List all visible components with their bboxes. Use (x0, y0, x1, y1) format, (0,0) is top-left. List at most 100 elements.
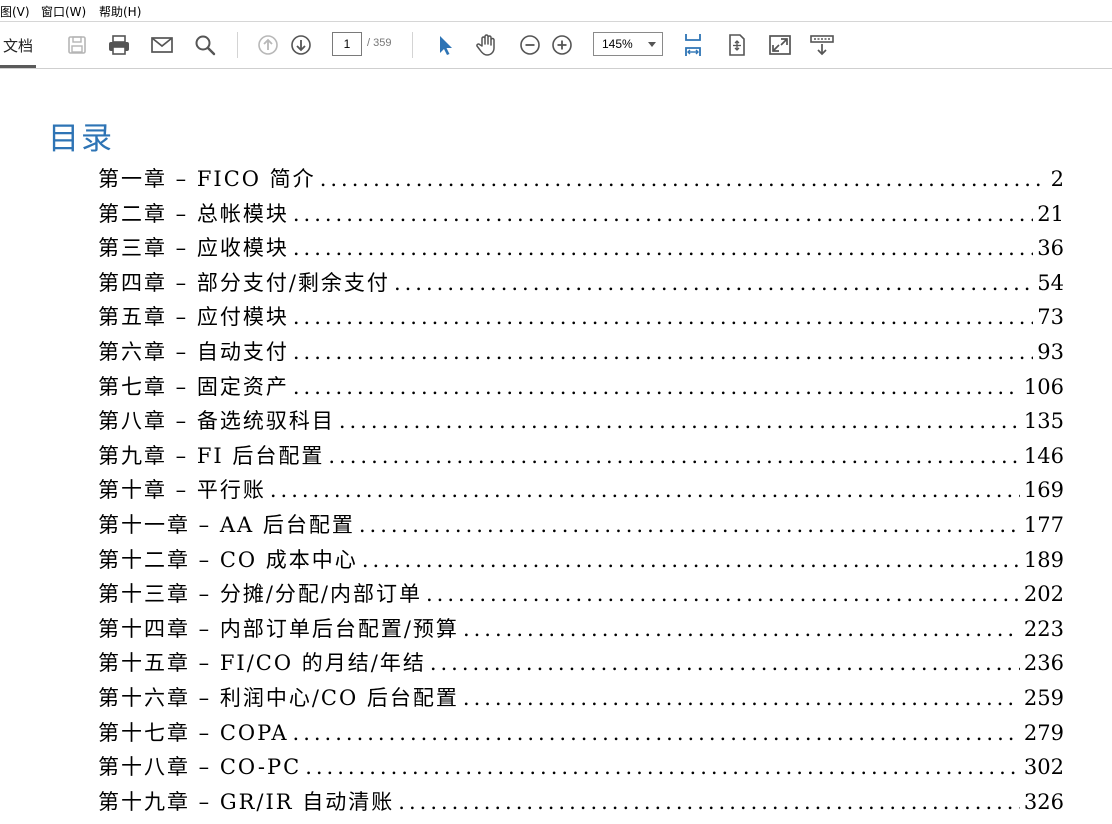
print-icon[interactable] (106, 32, 132, 58)
toc-entry-title: 第十二章 – CO 成本中心 (98, 547, 358, 572)
toc-dot-leader: ........................................… (338, 409, 1020, 434)
toc-entry-page: 106 (1023, 374, 1064, 399)
toc-entry-title: 第三章 – 应收模块 (98, 236, 289, 261)
toc-entry-title: 第十六章 – 利润中心/CO 后台配置 (98, 686, 459, 710)
toc-entry-title: 第十章 – 平行账 (98, 478, 266, 503)
toc-dot-leader: ........................................… (292, 340, 1034, 364)
toc-entry-page: 189 (1023, 547, 1064, 572)
zoom-select[interactable]: 145% (593, 32, 663, 56)
toc-entry-page: 279 (1023, 720, 1064, 745)
toc-dot-leader: ........................................… (426, 582, 1020, 607)
fit-width-icon[interactable] (680, 32, 706, 58)
toc-entry-title: 第四章 – 部分支付/剩余支付 (98, 270, 390, 295)
toc-entry-title: 第二章 – 总帐模块 (98, 201, 289, 226)
toc-heading: 目录 (48, 121, 114, 157)
toc-entry[interactable]: 第三章 – 应收模块..............................… (98, 232, 1064, 262)
toc-dot-leader: ........................................… (462, 686, 1020, 710)
toc-dot-leader: ........................................… (328, 443, 1020, 468)
chevron-down-icon (648, 42, 656, 47)
fit-page-icon[interactable] (724, 32, 750, 58)
toc-entry-page: 202 (1023, 582, 1064, 607)
toc-entry-title: 第五章 – 应付模块 (98, 305, 289, 330)
toc-entry[interactable]: 第十七章 – COPA.............................… (98, 717, 1064, 747)
toc-dot-leader: ........................................… (292, 374, 1020, 399)
toc-entry-title: 第六章 – 自动支付 (98, 340, 289, 364)
toc-entry-title: 第八章 – 备选统驭科目 (98, 409, 335, 434)
toc-entry-title: 第十七章 – COPA (98, 720, 289, 745)
toc-dot-leader: ........................................… (292, 201, 1034, 226)
toc-dot-leader: ........................................… (398, 789, 1020, 814)
toc-entry-page: 169 (1023, 478, 1064, 503)
toc-entry[interactable]: 第六章 – 自动支付..............................… (98, 336, 1064, 366)
toc-entry-title: 第九章 – FI 后台配置 (98, 443, 325, 468)
toc-entry[interactable]: 第九章 – FI 后台配置...........................… (98, 440, 1064, 470)
email-icon[interactable] (149, 32, 175, 58)
page-number-input[interactable]: 1 (332, 32, 362, 56)
toc-entry[interactable]: 第四章 – 部分支付/剩余支付.........................… (98, 267, 1064, 297)
toc-entry-page: 326 (1023, 789, 1064, 814)
toc-entry-title: 第七章 – 固定资产 (98, 374, 289, 399)
zoom-value: 145% (602, 37, 633, 51)
save-icon[interactable] (64, 32, 90, 58)
menu-help[interactable]: 帮助(H) (99, 3, 141, 20)
toc-dot-leader: ........................................… (429, 651, 1020, 676)
toc-entry[interactable]: 第十九章 – GR/IR 自动清账.......................… (98, 786, 1064, 816)
toc-entry-page: 223 (1023, 616, 1064, 641)
toc-entry[interactable]: 第二章 – 总帐模块..............................… (98, 198, 1064, 228)
toc-entry[interactable]: 第十三章 – 分摊/分配/内部订单.......................… (98, 578, 1064, 608)
zoom-out-icon[interactable] (517, 32, 543, 58)
toc-entry[interactable]: 第十六章 – 利润中心/CO 后台配置.....................… (98, 682, 1064, 712)
zoom-in-icon[interactable] (549, 32, 575, 58)
toc-dot-leader: ........................................… (305, 755, 1020, 780)
toc-entry-title: 第十四章 – 内部订单后台配置/预算 (98, 616, 459, 641)
toc-entry-page: 93 (1037, 340, 1064, 364)
read-mode-icon[interactable] (809, 32, 835, 58)
tab-active-indicator (0, 65, 36, 68)
toc-entry-title: 第十五章 – FI/CO 的月结/年结 (98, 651, 426, 676)
toc-entry-title: 第十三章 – 分摊/分配/内部订单 (98, 582, 422, 607)
toc-dot-leader: ........................................… (292, 305, 1034, 330)
toc-dot-leader: ........................................… (358, 513, 1020, 537)
toc-entry-page: 177 (1023, 513, 1064, 537)
toc-dot-leader: ........................................… (393, 270, 1034, 295)
toc-entry[interactable]: 第十二章 – CO 成本中心..........................… (98, 544, 1064, 574)
toc-entry[interactable]: 第十五章 – FI/CO 的月结/年结.....................… (98, 647, 1064, 677)
toc-entry[interactable]: 第一章 – FICO 简介...........................… (98, 163, 1064, 193)
toc-entry-title: 第十一章 – AA 后台配置 (98, 513, 355, 537)
toolbar-separator (412, 32, 413, 58)
toc-entry-page: 2 (1050, 167, 1064, 191)
toc-entry-page: 73 (1037, 305, 1064, 330)
toolbar: 文档 1 / 359 145% (0, 22, 1112, 69)
full-screen-icon[interactable] (767, 32, 793, 58)
toc-entry-title: 第一章 – FICO 简介 (98, 167, 316, 191)
toc-entry[interactable]: 第五章 – 应付模块..............................… (98, 301, 1064, 331)
toolbar-separator (237, 32, 238, 58)
tab-document[interactable]: 文档 (3, 35, 33, 56)
toc-dot-leader: ........................................… (361, 547, 1020, 572)
toc-dot-leader: ........................................… (269, 478, 1020, 503)
menu-window[interactable]: 窗口(W) (41, 3, 86, 20)
toc-entry-page: 236 (1023, 651, 1064, 676)
toc-entry-page: 259 (1023, 686, 1064, 710)
toc-entry[interactable]: 第十一章 – AA 后台配置..........................… (98, 509, 1064, 539)
toc-entry[interactable]: 第十章 – 平行账...............................… (98, 474, 1064, 504)
toc-entry-title: 第十九章 – GR/IR 自动清账 (98, 789, 395, 814)
select-cursor-icon[interactable] (432, 32, 458, 58)
toc-entry[interactable]: 第十四章 – 内部订单后台配置/预算......................… (98, 613, 1064, 643)
toc-entry-page: 135 (1023, 409, 1064, 434)
toc-dot-leader: ........................................… (319, 167, 1047, 191)
toc-entry[interactable]: 第八章 – 备选统驭科目............................… (98, 405, 1064, 435)
toc-entry[interactable]: 第十八章 – CO-PC............................… (98, 751, 1064, 781)
page-total: / 359 (367, 37, 392, 49)
toc-entry-page: 146 (1023, 443, 1064, 468)
menu-view[interactable]: 图(V) (0, 3, 30, 20)
toc-entry-title: 第十八章 – CO-PC (98, 755, 302, 780)
search-icon[interactable] (192, 32, 218, 58)
next-page-icon[interactable] (288, 32, 314, 58)
previous-page-icon[interactable] (255, 32, 281, 58)
toc-entry-page: 54 (1037, 270, 1064, 295)
toc-entry-page: 36 (1037, 236, 1064, 261)
toc-dot-leader: ........................................… (292, 236, 1034, 261)
hand-tool-icon[interactable] (474, 32, 500, 58)
toc-entry[interactable]: 第七章 – 固定资产..............................… (98, 371, 1064, 401)
